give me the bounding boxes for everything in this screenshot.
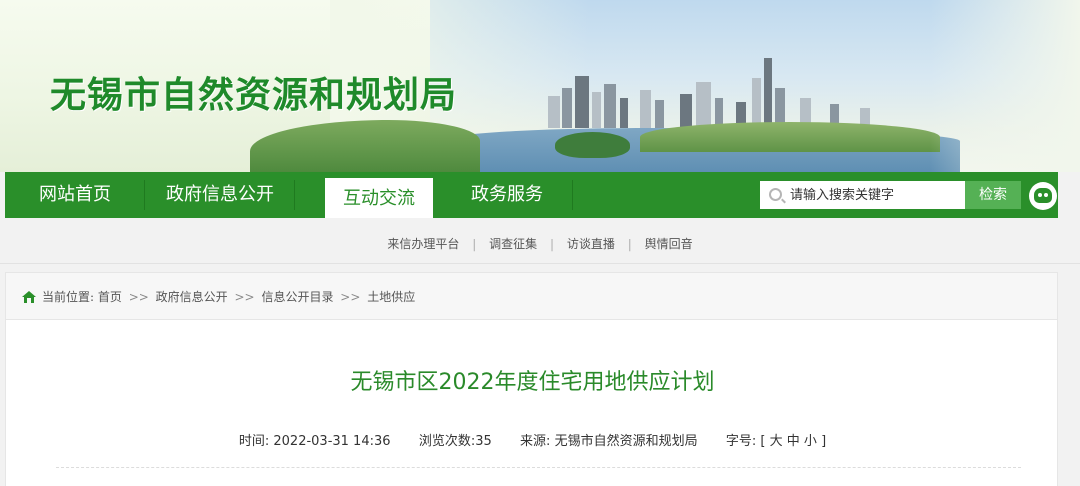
subnav-item-survey[interactable]: 调查征集 (489, 235, 537, 252)
article-meta: 时间: 2022-03-31 14:36 浏览次数:35 来源: 无锡市自然资源… (6, 430, 1059, 449)
font-size-bracket-close: ] (821, 434, 827, 449)
home-icon (22, 291, 36, 303)
article-panel: 无锡市区2022年度住宅用地供应计划 时间: 2022-03-31 14:36 … (5, 320, 1058, 486)
header-banner: 无锡市自然资源和规划局 (0, 0, 1080, 172)
nav-item-gov-info[interactable]: 政府信息公开 (145, 172, 295, 218)
breadcrumb-item-gov-info[interactable]: 政府信息公开 (156, 290, 228, 304)
breadcrumb-prefix: 当前位置: (42, 290, 95, 304)
search-button[interactable]: 检索 (965, 181, 1021, 209)
breadcrumb-item-home[interactable]: 首页 (98, 290, 122, 304)
divider (56, 467, 1021, 468)
subnav-separator: | (549, 237, 555, 251)
breadcrumb-separator: >> (128, 290, 149, 304)
font-size-label: 字号: (725, 434, 757, 449)
time-value: 2022-03-31 14:36 (273, 434, 391, 449)
source-value: 无锡市自然资源和规划局 (554, 434, 698, 449)
subnav-separator: | (472, 237, 477, 251)
nav-item-services[interactable]: 政务服务 (441, 172, 573, 218)
breadcrumb: 当前位置: 首页 >> 政府信息公开 >> 信息公开目录 >> 土地供应 (5, 272, 1058, 320)
subnav-item-interview[interactable]: 访谈直播 (567, 235, 615, 252)
font-size-small[interactable]: 小 (804, 434, 817, 449)
font-size-large[interactable]: 大 (770, 434, 783, 449)
subnav-item-letters[interactable]: 来信办理平台 (387, 235, 459, 252)
font-size-bracket-open: [ (760, 434, 766, 449)
breadcrumb-separator: >> (340, 290, 361, 304)
view-count: 浏览次数:35 (418, 434, 492, 449)
site-title[interactable]: 无锡市自然资源和规划局 (50, 66, 457, 118)
time-label: 时间: (238, 434, 270, 449)
sub-nav: 来信办理平台 | 调查征集 | 访谈直播 | 舆情回音 (0, 218, 1080, 264)
search-box (760, 181, 968, 209)
font-size-medium[interactable]: 中 (787, 434, 800, 449)
breadcrumb-item-catalog[interactable]: 信息公开目录 (261, 290, 333, 304)
nav-item-interaction[interactable]: 互动交流 (325, 178, 433, 222)
source-label: 来源: (520, 434, 551, 449)
main-nav: 网站首页 政府信息公开 互动交流 政务服务 检索 (5, 172, 1058, 222)
search-icon (769, 188, 782, 201)
breadcrumb-separator: >> (234, 290, 255, 304)
article-title: 无锡市区2022年度住宅用地供应计划 (350, 370, 715, 395)
search-input[interactable] (790, 181, 965, 209)
subnav-separator: | (627, 237, 632, 251)
nav-item-home[interactable]: 网站首页 (5, 172, 145, 218)
subnav-item-opinion[interactable]: 舆情回音 (645, 235, 693, 252)
robot-assistant-icon[interactable] (1029, 182, 1057, 210)
breadcrumb-item-land-supply[interactable]: 土地供应 (367, 290, 415, 304)
